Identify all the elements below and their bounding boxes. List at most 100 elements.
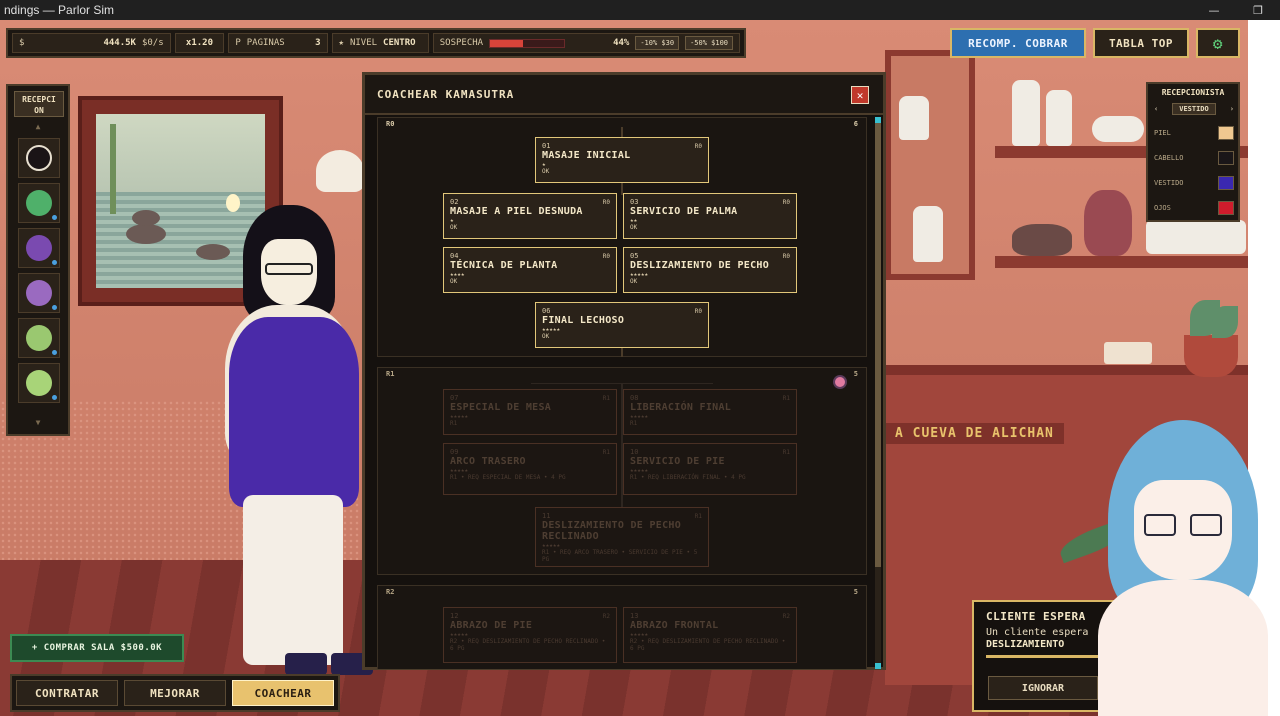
hire-button[interactable]: CONTRATAR (16, 680, 118, 706)
staff-avatar (26, 145, 52, 171)
staff-slot[interactable] (18, 138, 60, 178)
skill-node-07[interactable]: 07 R1 ESPECIAL DE MESA ★★★★★ R1 (443, 389, 617, 435)
staff-avatar (26, 190, 52, 216)
staff-slot[interactable] (18, 183, 60, 223)
scroll-up-marker (875, 117, 881, 123)
staff-avatar (26, 235, 52, 261)
vase (1084, 190, 1132, 256)
settings-button[interactable]: ⚙ (1196, 28, 1240, 58)
shelf-lower (995, 256, 1248, 268)
money-rate: $0/s (141, 38, 164, 48)
tier-name: R1 (386, 370, 395, 378)
coach-button[interactable]: COACHEAR (232, 680, 334, 706)
tree-connector (621, 347, 623, 357)
staff-slot[interactable] (18, 318, 60, 358)
modal-title: COACHEAR KAMASUTRA (377, 88, 515, 101)
skill-node-01[interactable]: 01 R0 MASAJE INICIAL ★ OK (535, 137, 709, 183)
multiplier: x1.20 (174, 33, 225, 53)
skill-node-05[interactable]: 05 R0 DESLIZAMIENTO DE PECHO ★★★★★ OK (623, 247, 797, 293)
skill-node-10[interactable]: 10 R1 SERVICIO DE PIE ★★★★★ R1 • REQ LIB… (623, 443, 797, 495)
money-value: 444.5K (103, 38, 136, 48)
ignore-button[interactable]: IGNORAR (988, 676, 1098, 700)
towel-stack (1146, 220, 1246, 254)
staff-slot[interactable] (18, 273, 60, 313)
skill-node-03[interactable]: 03 R0 SERVICIO DE PALMA ★★ OK (623, 193, 797, 239)
staff-slot[interactable] (18, 363, 60, 403)
window-titlebar: ndings — Parlor Sim — ❐ (0, 0, 1280, 20)
window-title: ndings — Parlor Sim (4, 3, 115, 17)
top-hud: $ 444.5K $0/s x1.20 P PAGINAS 3 ★ NIVEL … (6, 28, 746, 58)
minimize-icon[interactable]: — (1192, 0, 1236, 20)
scroll-down-marker (875, 663, 881, 669)
modal-scrollbar[interactable] (875, 117, 881, 669)
leaderboard-button[interactable]: TABLA TOP (1093, 28, 1189, 58)
pages-icon: P (235, 38, 241, 48)
skill-node-04[interactable]: 04 R0 TÉCNICA DE PLANTA ★★★★ OK (443, 247, 617, 293)
color-row-hair[interactable]: CABELLO (1154, 149, 1234, 167)
color-row-eyes[interactable]: OJOS (1154, 199, 1234, 217)
modal-header: COACHEAR KAMASUTRA ✕ (365, 75, 883, 115)
gear-icon: ⚙ (1212, 33, 1224, 53)
level-label: NIVEL (349, 38, 378, 48)
bottle-shelf (885, 50, 975, 280)
suspicion-bar (489, 38, 566, 48)
window-controls: — ❐ (1192, 0, 1280, 20)
skill-node-06[interactable]: 06 R0 FINAL LECHOSO ★★★★★ OK (535, 302, 709, 348)
parlor-sign: A CUEVA DE ALICHAN (885, 423, 1064, 444)
close-icon: ✕ (856, 88, 864, 102)
suspicion-display: SOSPECHA 44% -10% $30 -50% $100 (432, 33, 740, 53)
tier-name: R0 (386, 120, 395, 128)
wall-lamp (316, 150, 364, 192)
pages-display: P PAGINAS 3 (228, 33, 328, 53)
money-display: $ 444.5K $0/s (12, 33, 171, 53)
hair-swatch[interactable] (1218, 151, 1234, 165)
staff-avatar (26, 370, 52, 396)
tier-count: 5 (853, 370, 858, 378)
receptionist-panel: RECEPCIONISTA ‹ VESTIDO › PIEL CABELLO V… (1146, 82, 1240, 222)
dress-swatch[interactable] (1218, 176, 1234, 190)
client-timer-bar (986, 655, 1106, 658)
tree-connector (621, 127, 623, 137)
maximize-icon[interactable]: ❐ (1236, 0, 1280, 20)
skill-node-08[interactable]: 08 R1 LIBERACIÓN FINAL ★★★★★ R1 (623, 389, 797, 435)
skill-node-13[interactable]: 13 R2 ABRAZO FRONTAL ★★★★★ R2 • REQ DESL… (623, 607, 797, 663)
receptionist-panel-title: RECEPCIONISTA (1161, 88, 1225, 97)
lotion-bottle (1012, 80, 1040, 146)
staff-slot[interactable] (18, 228, 60, 268)
skill-node-02[interactable]: 02 R0 MASAJE A PIEL DESNUDA ★ OK (443, 193, 617, 239)
receptionist-character[interactable] (215, 205, 373, 705)
money-icon: $ (19, 38, 25, 48)
level-display: ★ NIVEL CENTRO (331, 33, 429, 53)
roster-up-icon[interactable]: ▲ (8, 122, 68, 131)
staff-avatar (26, 280, 52, 306)
reduce-suspicion-10-button[interactable]: -10% $30 (635, 36, 680, 50)
prev-arrow-icon[interactable]: ‹ (1154, 105, 1158, 113)
bottom-nav: CONTRATAR MEJORAR COACHEAR (10, 674, 340, 712)
skill-node-11[interactable]: 11 R1 DESLIZAMIENTO DE PECHO RECLINADO ★… (535, 507, 709, 567)
plant-leaf (1212, 306, 1238, 338)
skill-node-09[interactable]: 09 R1 ARCO TRASERO ★★★★★ R1 • REQ ESPECI… (443, 443, 617, 495)
pages-label: PAGINAS (246, 38, 285, 48)
color-row-dress[interactable]: VESTIDO (1154, 174, 1234, 192)
tier-count: 6 (853, 120, 858, 128)
skill-node-12[interactable]: 12 R2 ABRAZO DE PIE ★★★★★ R2 • REQ DESLI… (443, 607, 617, 663)
roster-down-icon[interactable]: ▼ (8, 418, 68, 427)
skin-swatch[interactable] (1218, 126, 1234, 140)
upgrade-button[interactable]: MEJORAR (124, 680, 226, 706)
star-icon: ★ (338, 38, 344, 48)
reduce-suspicion-50-button[interactable]: -50% $100 (685, 36, 733, 50)
plant-pot (1184, 335, 1238, 377)
scrollbar-thumb[interactable] (875, 117, 881, 567)
collect-reward-button[interactable]: RECOMP. COBRAR (950, 28, 1086, 58)
close-button[interactable]: ✕ (851, 86, 869, 104)
tier-name: R2 (386, 588, 395, 596)
color-row-skin[interactable]: PIEL (1154, 124, 1234, 142)
suspicion-fill (490, 39, 523, 47)
stone-bowl (1012, 224, 1072, 256)
tissue-box (1104, 342, 1152, 364)
buy-room-button[interactable]: + COMPRAR SALA $500.0K (10, 634, 184, 662)
outfit-selector: ‹ VESTIDO › (1154, 102, 1234, 116)
next-arrow-icon[interactable]: › (1230, 105, 1234, 113)
eyes-swatch[interactable] (1218, 201, 1234, 215)
pages-value: 3 (315, 38, 321, 48)
